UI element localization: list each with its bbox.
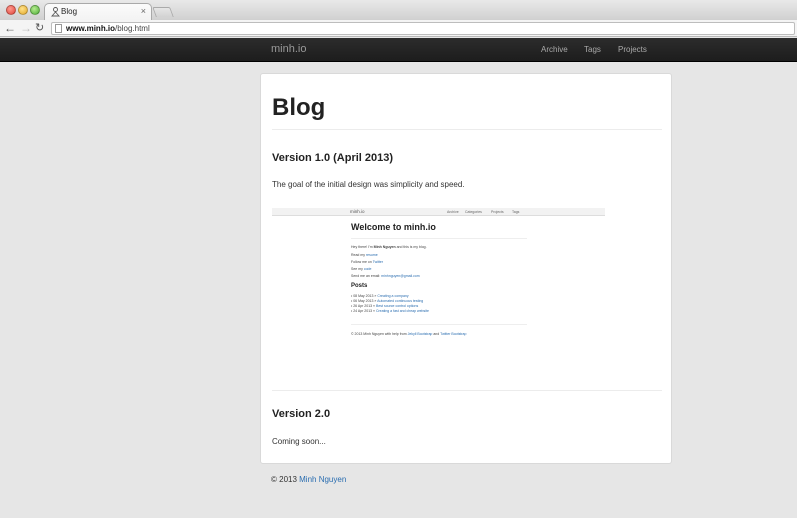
screenshot-read-prefix: Read my [351,253,366,257]
content-card: Blog Version 1.0 (April 2013) The goal o… [260,73,672,464]
screenshot-post-item: • 08 May 2013 » Creating a company [351,294,409,298]
screenshot-navbar: minh.io Archive Categories Projects Tags [272,208,605,216]
screenshot-post-link: Best source control options [375,304,419,308]
screenshot-follow-line: Follow me on Twitter [351,260,383,264]
screenshot-post-item: • 26 Apr 2013 » Best source control opti… [351,304,419,308]
screenshot-code-link: code [363,267,372,271]
screenshot-posts-heading: Posts [351,283,368,289]
reload-icon[interactable]: ↻ [35,21,44,35]
site-navbar: minh.io Archive Tags Projects [0,38,797,62]
window-minimize-button[interactable] [18,5,28,15]
screenshot-see-prefix: See my [351,267,364,271]
url-text: www.minh.io/blog.html [66,24,150,33]
forward-arrow-icon[interactable]: → [20,21,32,35]
tab-close-icon[interactable]: × [141,6,146,16]
screenshot-email-link: minhnguyen@gmail.com [381,274,420,278]
screenshot-post-item: • 06 May 2013 » Automated continuous tes… [351,299,424,303]
screenshot-nav-projects: Projects [491,210,504,214]
url-path: /blog.html [115,24,150,33]
window-close-button[interactable] [6,5,16,15]
favicon-icon [51,7,60,17]
footer-author-link[interactable]: Minh Nguyen [299,475,346,484]
post-text: The goal of the initial design was simpl… [272,180,465,189]
screenshot-nav-archive: Archive [447,210,459,214]
screenshot-footer-and: and [432,332,441,336]
address-bar[interactable]: www.minh.io/blog.html [51,22,795,35]
screenshot-intro-suffix: and this is my blog. [395,245,427,249]
browser-tab[interactable]: Blog × [44,3,152,20]
screenshot-post-link: Creating a company [377,294,409,298]
screenshot-footer: © 2013 Minh Nguyen with help from Jekyll… [351,332,466,336]
screenshot-footer-link: Jekyll Bootstrap [407,332,433,336]
screenshot-email-line: Send me an email: minhnguyen@gmail.com [351,274,420,278]
screenshot-post-link: Automated continuous testing [377,299,424,303]
screenshot-footer-link: Twitter Bootstrap [440,332,467,336]
screenshot-intro-name: Minh Nguyen [373,245,396,249]
post-text: Coming soon... [272,437,326,446]
divider [272,390,662,391]
screenshot-intro-prefix: Hey there! I'm [351,245,374,249]
browser-tabstrip: Blog × [0,0,797,20]
screenshot-title: Welcome to minh.io [351,222,436,232]
browser-toolbar: ← → ↻ www.minh.io/blog.html [0,20,797,37]
screenshot-read-line: Read my resume [351,253,378,257]
screenshot-post-link: Creating a fast and cheap website [375,309,429,313]
page-footer: © 2013 Minh Nguyen [271,475,346,484]
screenshot-post-date: 08 May 2013 » [353,294,378,298]
post-title: Version 2.0 [272,408,331,420]
new-tab-button[interactable] [152,7,174,17]
screenshot-intro: Hey there! I'm Minh Nguyen and this is m… [351,245,427,249]
footer-copyright: © 2013 [271,475,300,484]
back-arrow-icon[interactable]: ← [4,21,16,35]
screenshot-nav-categories: Categories [465,210,482,214]
screenshot-nav-tags: Tags [512,210,520,214]
screenshot-code-line: See my code [351,267,371,271]
screenshot-email-prefix: Send me an email: [351,274,382,278]
screenshot-twitter-link: Twitter [372,260,384,264]
url-domain: www.minh.io [66,24,116,33]
screenshot-post-date: 24 Apr 2013 » [353,309,376,313]
post-title: Version 1.0 (April 2013) [272,152,394,164]
screenshot-post-date: 06 May 2013 » [353,299,378,303]
page-title: Blog [272,94,326,121]
page-icon [55,24,62,33]
screenshot-footer-prefix: © 2013 Minh Nguyen with help from [351,332,408,336]
screenshot-brand: minh.io [350,209,365,214]
nav-link-tags[interactable]: Tags [584,45,601,54]
screenshot-follow-prefix: Follow me on [351,260,373,264]
divider [272,129,662,130]
window-zoom-button[interactable] [30,5,40,15]
nav-link-projects[interactable]: Projects [618,45,647,54]
site-brand[interactable]: minh.io [271,43,306,55]
screenshot-resume-link: resume [365,253,378,257]
screenshot-post-item: • 24 Apr 2013 » Creating a fast and chea… [351,309,429,313]
screenshot-post-date: 26 Apr 2013 » [353,304,376,308]
design-screenshot: minh.io Archive Categories Projects Tags… [272,208,605,358]
screenshot-divider [351,238,527,239]
screenshot-divider [351,324,527,325]
tab-title: Blog [61,7,78,16]
nav-link-archive[interactable]: Archive [541,45,568,54]
